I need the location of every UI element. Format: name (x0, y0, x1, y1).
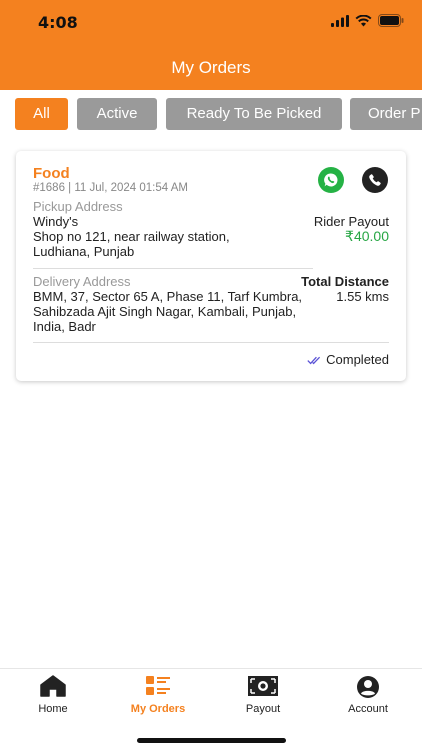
nav-label: Home (38, 703, 68, 715)
delivery-address-line3: India, Badr (33, 319, 96, 334)
delivery-address-line2: Sahibzada Ajit Singh Nagar, Kambali, Pun… (33, 304, 297, 319)
status-icons (331, 14, 404, 27)
order-category: Food (33, 165, 70, 182)
status-text: Completed (326, 352, 389, 367)
signal-icon (331, 14, 349, 27)
pickup-address-line2: Ludhiana, Punjab (33, 244, 135, 259)
orders-icon (146, 676, 170, 695)
rider-payout-value: ₹40.00 (345, 228, 389, 244)
total-distance-value: 1.55 kms (336, 289, 389, 304)
page-title: My Orders (171, 58, 251, 77)
wifi-icon (355, 14, 372, 26)
pickup-label: Pickup Address (33, 199, 123, 214)
delivery-label: Delivery Address (33, 274, 131, 289)
pickup-name: Windy's (33, 214, 79, 229)
order-meta: #1686 | 11 Jul, 2024 01:54 AM (33, 182, 188, 194)
total-distance-label: Total Distance (301, 274, 389, 289)
nav-label: Account (348, 703, 388, 715)
divider (33, 268, 313, 269)
tab-order-p[interactable]: Order P (350, 98, 422, 130)
nav-account[interactable]: Account (323, 669, 413, 729)
whatsapp-icon[interactable] (318, 167, 344, 193)
nav-my-orders[interactable]: My Orders (113, 669, 203, 729)
account-icon (357, 676, 379, 698)
tab-active[interactable]: Active (77, 98, 157, 130)
delivery-address-line1: BMM, 37, Sector 65 A, Phase 11, Tarf Kum… (33, 289, 303, 304)
nav-payout[interactable]: Payout (218, 669, 308, 729)
phone-icon[interactable] (362, 167, 388, 193)
nav-home[interactable]: Home (8, 669, 98, 729)
app-header: 4:08 My Orders (0, 0, 422, 90)
tab-all[interactable]: All (15, 98, 68, 130)
status-time: 4:08 (38, 13, 78, 32)
order-status: Completed (307, 352, 389, 368)
divider (33, 342, 389, 343)
battery-icon (378, 14, 404, 27)
filter-tabs: All Active Ready To Be Picked Order P (0, 98, 422, 131)
nav-label: Payout (245, 703, 281, 715)
home-indicator (137, 738, 286, 743)
home-icon (40, 675, 66, 697)
tab-ready-to-be-picked[interactable]: Ready To Be Picked (166, 98, 342, 130)
double-check-icon (307, 356, 321, 364)
order-card[interactable]: Food #1686 | 11 Jul, 2024 01:54 AM Picku… (16, 151, 406, 381)
payout-icon (248, 676, 278, 696)
pickup-address-line1: Shop no 121, near railway station, (33, 229, 230, 244)
nav-label: My Orders (130, 703, 186, 715)
